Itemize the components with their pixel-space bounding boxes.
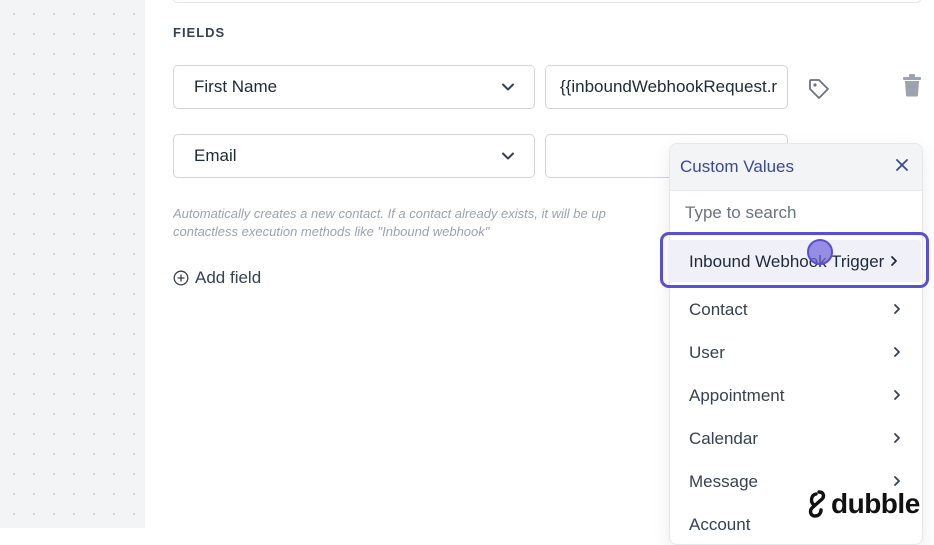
dropdown-item-label: User [689,342,725,362]
field-select-label: Email [194,146,237,165]
chevron-right-icon [894,475,900,486]
chevron-down-icon [502,83,514,91]
dubble-logo-icon [808,490,826,518]
canvas-background [0,0,145,528]
previous-card [172,0,922,3]
field-select-first-name[interactable]: First Name [173,65,535,109]
add-field-label: Add field [195,268,262,287]
help-text-line: contactless execution methods like "Inbo… [173,224,490,239]
field-select-label: First Name [194,77,278,96]
field-select-email[interactable]: Email [173,134,535,178]
dropdown-header: Custom Values [670,144,922,191]
chevron-down-icon [502,152,514,160]
watermark-text: dubble [831,488,920,519]
search-placeholder: Type to search [685,203,797,222]
dropdown-item-label: Inbound Webhook Trigger [689,252,885,271]
click-cursor-indicator [807,239,833,265]
tag-icon[interactable] [807,77,831,101]
section-label: FIELDS [173,25,226,40]
chevron-right-icon [894,346,900,357]
dropdown-item-user[interactable]: User [670,331,922,374]
dropdown-item-contact[interactable]: Contact [670,288,922,331]
help-text-line: Automatically creates a new contact. If … [173,206,606,221]
field-value-text: {{inboundWebhookRequest.r [560,77,778,96]
close-icon[interactable] [894,157,910,173]
chevron-right-icon [894,432,900,443]
trash-icon[interactable] [901,73,923,97]
dropdown-item-label: Contact [689,299,748,319]
field-value-input[interactable]: {{inboundWebhookRequest.r [545,65,788,109]
dropdown-item-appointment[interactable]: Appointment [670,374,922,417]
dropdown-item-calendar[interactable]: Calendar [670,417,922,460]
dropdown-search-input[interactable]: Type to search [670,191,922,236]
dropdown-title: Custom Values [680,157,795,176]
dropdown-item-label: Calendar [689,428,758,448]
chevron-right-icon [891,256,897,266]
dropdown-item-label: Appointment [689,385,785,405]
dubble-watermark: dubble [806,488,920,520]
add-field-button[interactable]: Add field [173,268,261,288]
help-text: Automatically creates a new contact. If … [173,205,683,241]
dropdown-item-label: Message [689,471,758,491]
chevron-right-icon [894,303,900,314]
custom-values-dropdown: Custom Values Type to search Contact Use… [669,143,923,545]
plus-circle-icon [173,270,189,286]
chevron-right-icon [894,389,900,400]
dropdown-item-label: Account [689,514,751,534]
